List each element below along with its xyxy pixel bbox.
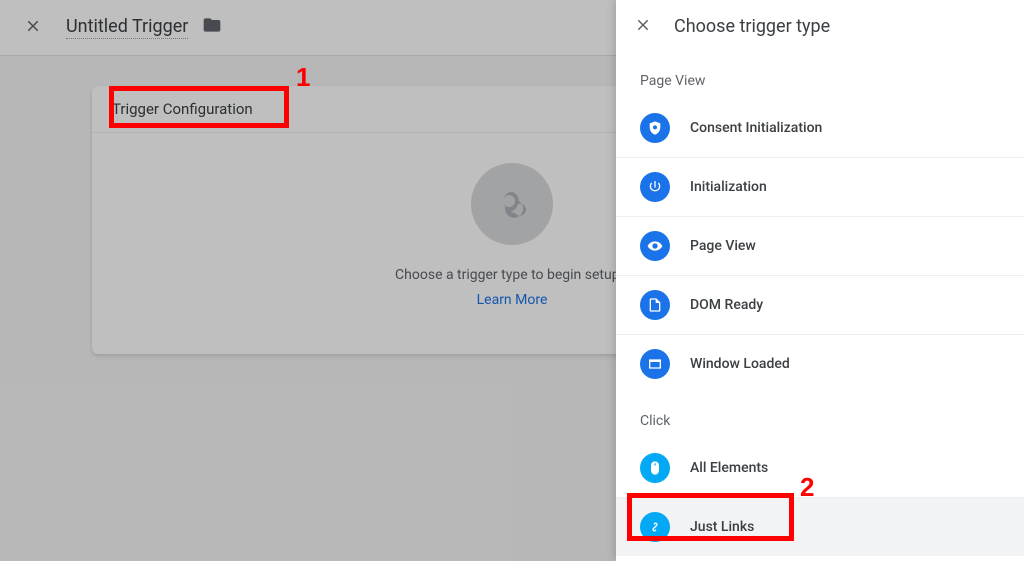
trigger-type-label: Window Loaded — [690, 356, 790, 372]
panel-body: Page View Consent Initialization Initial… — [616, 53, 1024, 561]
trigger-type-consent-initialization[interactable]: Consent Initialization — [616, 99, 1024, 158]
trigger-type-label: Consent Initialization — [690, 120, 822, 136]
document-icon — [640, 290, 670, 320]
trigger-type-initialization[interactable]: Initialization — [616, 158, 1024, 217]
trigger-type-label: Page View — [690, 238, 756, 254]
eye-icon — [640, 231, 670, 261]
annotation-box-1 — [109, 86, 289, 128]
trigger-type-window-loaded[interactable]: Window Loaded — [616, 335, 1024, 393]
annotation-label-1: 1 — [296, 62, 310, 93]
shield-icon — [640, 113, 670, 143]
panel-header: Choose trigger type — [616, 0, 1024, 53]
section-title-click: Click — [616, 393, 1024, 439]
mouse-icon — [640, 453, 670, 483]
window-icon — [640, 349, 670, 379]
trigger-list-page-view: Consent Initialization Initialization Pa… — [616, 99, 1024, 393]
choose-trigger-type-panel: Choose trigger type Page View Consent In… — [616, 0, 1024, 561]
panel-title: Choose trigger type — [674, 16, 830, 37]
trigger-type-dom-ready[interactable]: DOM Ready — [616, 276, 1024, 335]
trigger-type-page-view[interactable]: Page View — [616, 217, 1024, 276]
trigger-type-label: DOM Ready — [690, 297, 763, 313]
close-icon — [634, 16, 652, 34]
section-title-page-view: Page View — [616, 53, 1024, 99]
power-icon — [640, 172, 670, 202]
annotation-label-2: 2 — [800, 472, 814, 503]
trigger-type-label: All Elements — [690, 460, 768, 476]
trigger-type-all-elements[interactable]: All Elements — [616, 439, 1024, 498]
annotation-box-2 — [627, 493, 794, 541]
trigger-type-label: Initialization — [690, 179, 767, 195]
close-panel-button[interactable] — [634, 14, 652, 40]
